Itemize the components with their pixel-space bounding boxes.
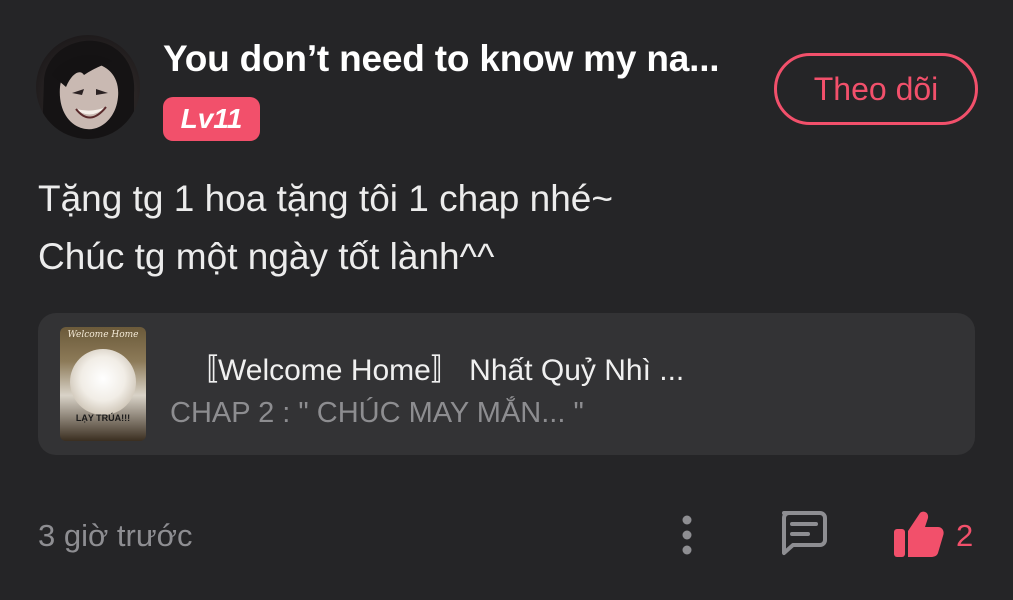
- reply-button[interactable]: [776, 509, 828, 557]
- level-badge: Lv11: [163, 97, 260, 141]
- like-button[interactable]: 2: [892, 509, 982, 561]
- follow-button[interactable]: Theo dõi: [774, 53, 978, 125]
- avatar-illustration: [42, 40, 135, 139]
- comment-text: Tặng tg 1 hoa tặng tôi 1 chap nhé~ Chúc …: [38, 170, 613, 286]
- more-vertical-icon: [682, 515, 692, 555]
- chapter-label: CHAP 2 : " CHÚC MAY MẮN... ": [170, 397, 584, 429]
- thumbs-up-icon: [894, 511, 944, 557]
- book-card[interactable]: Welcome Home LẠY TRÚA!!! 〚Welcome Home〛 …: [38, 313, 975, 455]
- cover-image: [70, 349, 136, 415]
- book-title: 〚Welcome Home〛 Nhất Quỷ Nhì ...: [188, 354, 685, 387]
- cover-top-text: Welcome Home: [67, 330, 139, 340]
- username[interactable]: You don’t need to know my na...: [163, 38, 720, 80]
- cover-bottom-text: LẠY TRÚA!!!: [75, 413, 131, 423]
- more-options-button[interactable]: [672, 512, 702, 558]
- comment-line: Tặng tg 1 hoa tặng tôi 1 chap nhé~: [38, 178, 613, 219]
- comment-line: Chúc tg một ngày tốt lành^^: [38, 236, 495, 277]
- user-avatar[interactable]: [36, 35, 140, 139]
- book-cover: Welcome Home LẠY TRÚA!!!: [60, 327, 146, 441]
- timestamp: 3 giờ trước: [38, 518, 193, 553]
- like-count: 2: [956, 518, 974, 553]
- comment-icon: [782, 511, 827, 555]
